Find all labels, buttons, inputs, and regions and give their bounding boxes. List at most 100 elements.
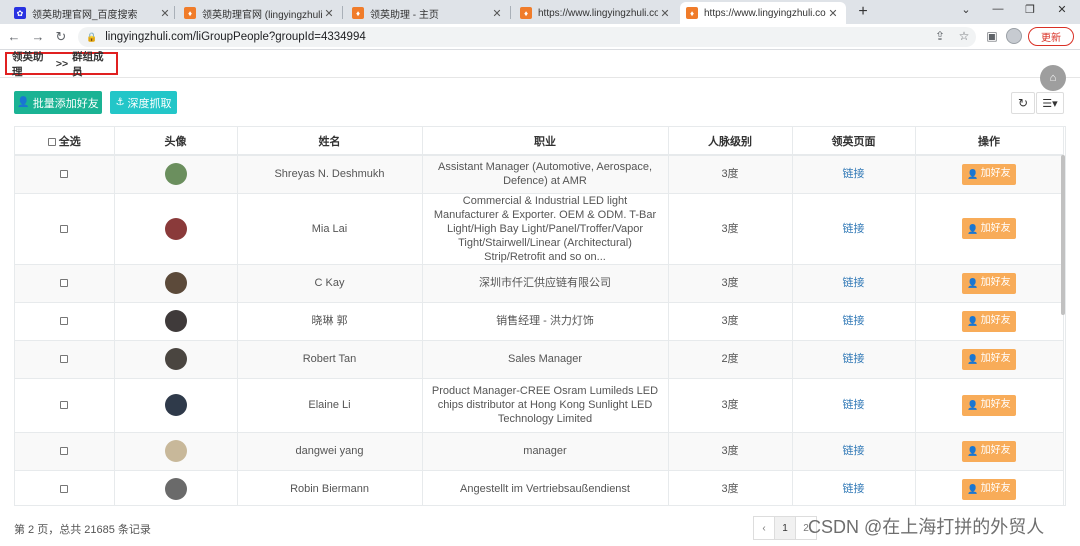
reload-button[interactable]: ↻ [53, 29, 69, 45]
add-friend-button[interactable]: 👤 加好友 [962, 310, 1016, 332]
button-label: 加好友 [980, 315, 1011, 326]
close-icon[interactable]: ✕ [490, 7, 504, 20]
row-checkbox[interactable] [60, 355, 69, 364]
bookmark-star-icon[interactable]: ☆ [956, 29, 972, 43]
row-select-cell [15, 155, 115, 194]
header-select-all[interactable]: 全选 [15, 127, 115, 156]
page-cell: 链接 [792, 340, 916, 379]
browser-tab-site[interactable]: ♦ https://www.lingyingzhuli.com ✕ [514, 2, 678, 24]
row-checkbox[interactable] [60, 279, 69, 288]
forward-button[interactable]: → [30, 29, 46, 44]
avatar [164, 217, 187, 240]
avatar [164, 272, 187, 294]
add-friend-button[interactable]: 👤 加好友 [962, 478, 1016, 500]
batch-add-friends-button[interactable]: 👤 批量添加好友 [14, 91, 102, 114]
page-cell: 链接 [792, 264, 916, 303]
button-label: 批量添加好友 [32, 97, 99, 110]
user-plus-icon: 👤 [967, 484, 979, 494]
tab-search-icon[interactable]: ⌄ [958, 3, 974, 16]
page-cell: 链接 [792, 378, 916, 433]
tab-title: https://www.lingyingzhuli.com [538, 7, 658, 19]
url-field[interactable]: 🔒 lingyingzhuli.com/liGroupPeople?groupI… [78, 27, 976, 47]
profile-link[interactable]: 链接 [843, 445, 865, 457]
profile-avatar[interactable] [1006, 28, 1022, 44]
name-cell: Mia Lai [237, 193, 423, 265]
add-friend-button[interactable]: 👤 加好友 [962, 272, 1016, 294]
brand-icon: ♦ [352, 7, 364, 19]
paw-icon: ✿ [14, 7, 26, 19]
table-scrollbar[interactable] [1061, 155, 1065, 315]
row-checkbox[interactable] [60, 401, 69, 410]
avatar [164, 310, 187, 332]
profile-link[interactable]: 链接 [843, 168, 865, 180]
profile-link[interactable]: 链接 [843, 399, 865, 411]
browser-tab-baidu[interactable]: ✿ 领英助理官网_百度搜索 ✕ [8, 2, 178, 24]
degree-cell: 3度 [668, 470, 793, 505]
tab-title: https://www.lingyingzhuli.com [704, 7, 826, 19]
add-friend-button[interactable]: 👤 加好友 [962, 440, 1016, 462]
profile-link[interactable]: 链接 [843, 353, 865, 365]
divider [0, 77, 1080, 78]
select-all-checkbox[interactable] [47, 137, 56, 146]
watermark: CSDN @在上海打拼的外贸人 [808, 517, 1045, 537]
share-icon[interactable]: ⇪ [932, 29, 948, 43]
browser-tab-active[interactable]: ♦ https://www.lingyingzhuli.com ✕ [680, 2, 846, 24]
row-checkbox[interactable] [60, 317, 69, 326]
avatar-cell [114, 432, 238, 471]
row-checkbox[interactable] [60, 170, 69, 179]
brand-icon: ♦ [184, 7, 196, 19]
row-select-cell [15, 378, 115, 433]
profile-link[interactable]: 链接 [843, 223, 865, 235]
user-plus-icon: 👤 [967, 354, 979, 364]
deep-crawl-button[interactable]: ⚓ 深度抓取 [110, 91, 177, 114]
side-panel-icon[interactable]: ▣ [984, 29, 1000, 43]
table-row: C Kay 深圳市仟汇供应链有限公司 3度 链接 👤 加好友 [15, 264, 1064, 303]
add-friend-button[interactable]: 👤 加好友 [962, 394, 1016, 416]
row-checkbox[interactable] [60, 447, 69, 456]
row-checkbox[interactable] [60, 224, 69, 233]
new-tab-button[interactable]: + [854, 3, 872, 21]
row-checkbox[interactable] [60, 485, 69, 494]
close-icon[interactable]: ✕ [826, 7, 840, 20]
button-label: 加好友 [980, 399, 1011, 410]
close-icon[interactable]: ✕ [658, 7, 672, 20]
close-icon[interactable]: ✕ [158, 7, 172, 20]
title-cell: Sales Manager [422, 340, 669, 379]
user-plus-icon: 👤 [967, 446, 979, 456]
user-plus-icon: 👤 [967, 400, 979, 410]
maximize-button[interactable]: ❐ [1022, 3, 1038, 16]
header-label: 全选 [58, 135, 81, 148]
minimize-button[interactable]: — [990, 3, 1006, 15]
avatar-cell [114, 193, 238, 265]
browser-tab-home[interactable]: ♦ 领英助理 - 主页 ✕ [346, 2, 510, 24]
profile-link[interactable]: 链接 [843, 277, 865, 289]
action-cell: 👤 加好友 [915, 432, 1064, 471]
table-row: 晓琳 郭销售经理 - 洪力灯饰 3度 链接 👤 加好友 [15, 302, 1064, 341]
action-cell: 👤 加好友 [915, 155, 1064, 194]
prev-page-button[interactable]: ‹ [753, 516, 775, 540]
row-select-cell [15, 432, 115, 471]
page-1-button[interactable]: 1 [774, 516, 796, 540]
profile-link[interactable]: 链接 [843, 483, 865, 495]
title-cell: 销售经理 - 洪力灯饰 [422, 302, 669, 341]
update-button[interactable]: 更新 [1028, 27, 1074, 46]
close-window-button[interactable]: ✕ [1054, 3, 1070, 16]
breadcrumb-root[interactable]: 领英助理 [12, 49, 52, 79]
header-avatar: 头像 [114, 127, 238, 156]
title-cell: Assistant Manager (Automotive, Aerospace… [422, 155, 669, 194]
avatar [164, 394, 187, 416]
add-friend-button[interactable]: 👤 加好友 [962, 163, 1016, 185]
header-page: 领英页面 [792, 127, 916, 156]
add-friend-button[interactable]: 👤 加好友 [962, 218, 1016, 239]
page-cell: 链接 [792, 302, 916, 341]
browser-tab-official[interactable]: ♦ 领英助理官网 (lingyingzhuli.com ✕ [178, 2, 342, 24]
add-friend-button[interactable]: 👤 加好友 [962, 348, 1016, 370]
home-icon[interactable]: ⌂ [1040, 65, 1066, 91]
close-icon[interactable]: ✕ [322, 7, 336, 20]
anchor-icon: ⚓ [115, 97, 125, 108]
back-button[interactable]: ← [6, 29, 22, 44]
refresh-icon[interactable]: ↻ [1011, 92, 1035, 114]
profile-link[interactable]: 链接 [843, 315, 865, 327]
name-cell: Elaine Li [237, 378, 423, 433]
columns-menu-icon[interactable]: ☰▾ [1036, 92, 1064, 114]
